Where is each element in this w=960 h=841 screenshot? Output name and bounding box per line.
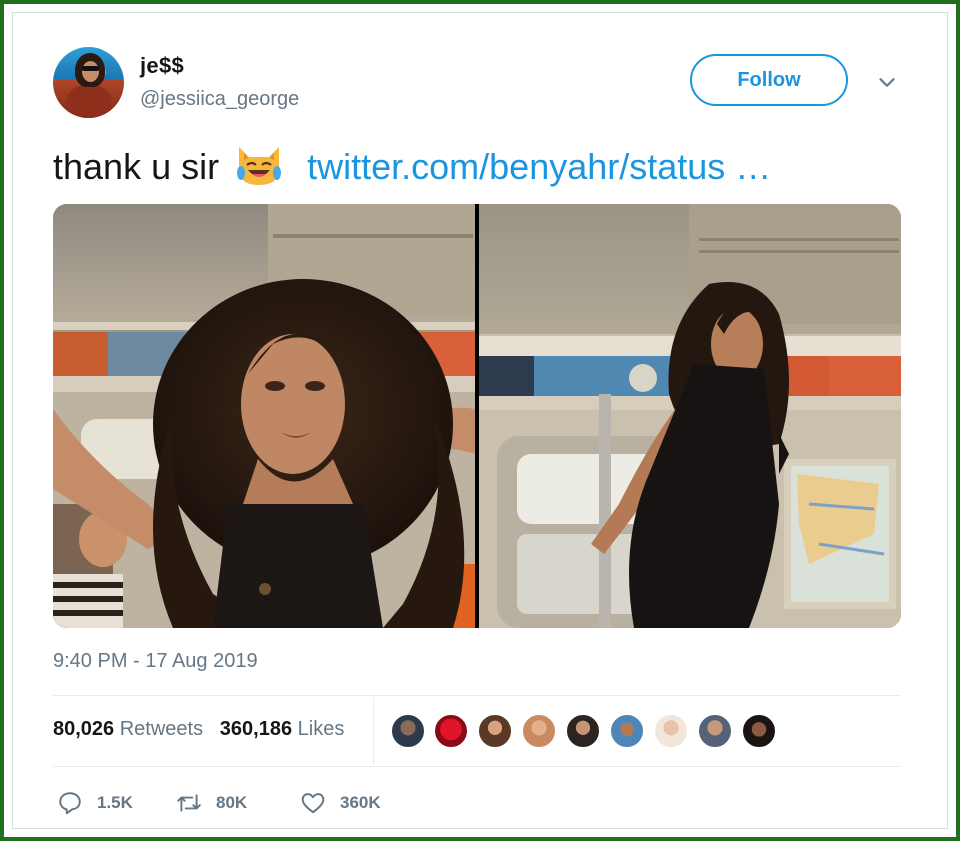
- tweet-media: [53, 204, 901, 628]
- retweets-count: 80,026: [53, 718, 115, 740]
- divider-top: [53, 695, 901, 696]
- reply-count: 1.5K: [97, 793, 133, 812]
- tweet-link[interactable]: twitter.com/benyahr/status …: [307, 146, 771, 187]
- reply-icon: [59, 792, 81, 815]
- retweets-label: Retweets: [119, 718, 204, 740]
- reply-button[interactable]: 1.5K: [57, 790, 133, 816]
- author-display-name[interactable]: je$$: [140, 53, 184, 79]
- liker-avatar[interactable]: [477, 713, 513, 749]
- retweets-stat[interactable]: 80,026 Retweets: [53, 718, 203, 740]
- laughing-cat-emoji-icon: [237, 147, 282, 185]
- retweet-icon: [177, 794, 201, 812]
- tweet-card: je$$ @jessiica_george Follow thank u sir…: [0, 0, 960, 841]
- chevron-down-icon[interactable]: [876, 72, 898, 94]
- follow-button[interactable]: Follow: [690, 54, 848, 106]
- liker-avatar[interactable]: [653, 713, 689, 749]
- photo-1[interactable]: [53, 204, 475, 628]
- likes-count: 360,186: [219, 718, 293, 740]
- photo-2-image: [479, 204, 901, 628]
- like-button[interactable]: 360K: [300, 790, 381, 816]
- likes-stat[interactable]: 360,186 Likes: [220, 718, 345, 740]
- tweet-text: thank u sir twitter.com/benyahr/status …: [53, 142, 771, 192]
- like-count: 360K: [340, 793, 381, 812]
- liker-avatar[interactable]: [433, 713, 469, 749]
- tweet-stats: 80,026 Retweets 360,186 Likes: [53, 718, 344, 741]
- retweet-count: 80K: [216, 793, 248, 812]
- author-handle[interactable]: @jessiica_george: [140, 88, 299, 111]
- retweet-button[interactable]: 80K: [176, 790, 247, 816]
- avatar-body: [67, 85, 111, 118]
- liker-avatar[interactable]: [390, 713, 426, 749]
- avatar-face: [82, 61, 99, 82]
- tweet-timestamp[interactable]: 9:40 PM - 17 Aug 2019: [53, 650, 258, 673]
- divider-bottom: [53, 766, 901, 767]
- likes-label: Likes: [297, 718, 345, 740]
- liker-avatar[interactable]: [697, 713, 733, 749]
- heart-icon: [301, 793, 325, 814]
- liker-avatar[interactable]: [609, 713, 645, 749]
- liker-avatar[interactable]: [565, 713, 601, 749]
- liker-avatar[interactable]: [741, 713, 777, 749]
- author-avatar[interactable]: [53, 47, 124, 118]
- photo-2[interactable]: [479, 204, 901, 628]
- avatar-sunglasses: [82, 66, 99, 71]
- stats-separator: [373, 697, 374, 765]
- liker-avatar[interactable]: [521, 713, 557, 749]
- photo-1-image: [53, 204, 475, 628]
- tweet-body-text: thank u sir: [53, 146, 220, 187]
